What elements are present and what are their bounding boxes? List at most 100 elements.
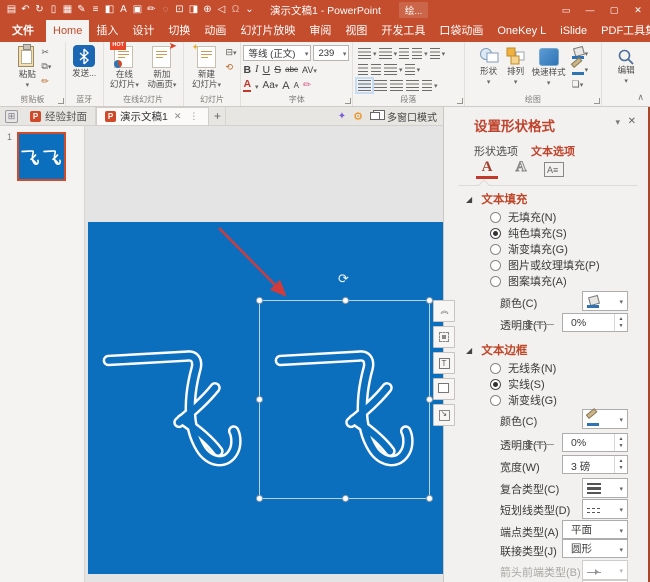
textbox-button[interactable]: T [433, 352, 455, 374]
bold-button[interactable]: B [243, 64, 251, 76]
format-icon[interactable]: ≡ [89, 0, 102, 20]
ribbon-options-button[interactable]: ▭ [554, 0, 578, 20]
resize-button[interactable] [433, 404, 455, 426]
radio-icon[interactable] [490, 259, 501, 271]
handle-top-mid[interactable] [342, 297, 349, 304]
text-direction-icon[interactable] [429, 47, 440, 59]
option-solid-line[interactable]: 实线(S) [490, 376, 545, 392]
fill-color-button[interactable] [582, 291, 628, 311]
dash-type-button[interactable] [582, 499, 628, 519]
layout-icon[interactable]: ⊟ [226, 46, 237, 60]
tab-file[interactable]: 文件 [0, 20, 46, 42]
handle-bottom-right[interactable] [426, 495, 433, 502]
clipboard-dialog-launcher[interactable] [57, 98, 64, 104]
tab-home[interactable]: Home [46, 20, 90, 42]
bullets-icon[interactable] [358, 47, 372, 59]
tab-animations[interactable]: 动画 [197, 20, 233, 42]
tab-pdf-tools[interactable]: PDF工具集 [594, 20, 650, 42]
new-slide-button[interactable]: ✦ 新建 幻灯片 [188, 42, 226, 90]
line-spacing-icon[interactable] [412, 47, 423, 59]
bluetooth-send-button[interactable]: 发送... [72, 44, 96, 79]
undo-icon[interactable]: ↶ [19, 0, 32, 20]
line-transparency-slider[interactable] [528, 439, 556, 450]
paste-icon[interactable]: ▣ [131, 0, 144, 20]
maximize-button[interactable]: ▢ [602, 0, 626, 20]
font-color-icon[interactable]: A [117, 0, 130, 20]
cap-type-dropdown[interactable]: 平面 [562, 520, 628, 539]
spinner-arrows-icon[interactable]: ▲ ▼ [614, 314, 627, 331]
section-text-fill[interactable]: ◢ 文本填充 [466, 191, 527, 207]
radio-icon[interactable] [490, 243, 501, 255]
align-center-icon[interactable] [374, 79, 388, 91]
highlight-button[interactable]: ✏ [303, 80, 311, 91]
pane-tab-text-options[interactable]: 文本选项 [531, 143, 575, 159]
minimize-button[interactable]: — [578, 0, 602, 20]
strike-button[interactable]: S [274, 64, 281, 76]
shrink-font-button[interactable]: A [294, 81, 299, 90]
handle-mid-left[interactable] [256, 396, 263, 403]
decrease-indent-icon[interactable] [358, 63, 369, 75]
change-case-button[interactable]: Aa [263, 80, 279, 91]
radio-icon[interactable] [490, 362, 501, 374]
tab-review[interactable]: 审阅 [302, 20, 338, 42]
join-type-dropdown[interactable]: 圆形 [562, 539, 628, 558]
doc-tab-presentation1[interactable]: P 演示文稿1 ✕ ⋮ [96, 107, 210, 125]
tab-developer[interactable]: 开发工具 [374, 20, 432, 42]
italic-button[interactable]: I [255, 64, 259, 75]
handle-bottom-left[interactable] [256, 495, 263, 502]
indent-more-icon[interactable] [399, 47, 410, 59]
radio-icon[interactable] [490, 275, 501, 287]
slide-canvas[interactable]: ⟳ ︽ T [85, 126, 455, 582]
paragraph-dialog-launcher[interactable] [456, 98, 463, 104]
omega-icon[interactable]: Ω [229, 0, 242, 20]
format-painter-icon[interactable]: ✏ [41, 75, 51, 88]
new-tab-button[interactable]: + [209, 107, 227, 125]
option-gradient-fill[interactable]: 渐变填充(G) [490, 241, 568, 257]
option-solid-fill[interactable]: 纯色填充(S) [490, 225, 567, 241]
doc-tab-cover[interactable]: P 经验封面 [22, 107, 96, 125]
option-no-fill[interactable]: 无填充(N) [490, 209, 556, 225]
arrange-button[interactable]: 排列 [506, 44, 526, 87]
font-dialog-launcher[interactable] [345, 98, 352, 104]
font-size-combo[interactable]: 239 [313, 45, 350, 61]
align-right-icon[interactable] [390, 79, 404, 91]
char-spacing-button[interactable]: AV [302, 65, 317, 75]
handle-top-right[interactable] [426, 297, 433, 304]
tab-close-icon[interactable]: ✕ [172, 111, 184, 122]
fill-transparency-slider[interactable] [528, 319, 556, 330]
reset-slide-icon[interactable]: ⟲ [226, 61, 237, 74]
close-button[interactable]: ✕ [626, 0, 650, 20]
line-color-button[interactable] [582, 409, 628, 429]
arrange-overlap-button[interactable] [433, 378, 455, 400]
textbox-options-icon[interactable]: A≡ [544, 162, 564, 177]
fei-glyph-left[interactable] [98, 336, 260, 480]
text-fill-outline-icon[interactable]: A [476, 159, 498, 179]
shapes-button[interactable]: 形状 [478, 44, 500, 87]
handle-bottom-mid[interactable] [342, 495, 349, 502]
paste-button[interactable]: 粘贴 [13, 44, 41, 90]
increase-indent-icon[interactable] [371, 63, 382, 75]
new-file-icon[interactable]: ▯ [47, 0, 60, 20]
spinner-arrows-icon[interactable]: ▲ ▼ [614, 456, 627, 473]
shape-outline-icon[interactable] [571, 62, 588, 77]
text-effects-icon[interactable]: A [510, 159, 532, 176]
radio-icon[interactable] [490, 378, 501, 390]
tab-onekey[interactable]: OneKey L [490, 20, 553, 42]
section-text-outline[interactable]: ◢ 文本边框 [466, 342, 527, 358]
line-transparency-spinner[interactable]: 0% ▲ ▼ [562, 433, 628, 452]
workspace-icon[interactable]: ⊞ [5, 109, 18, 123]
table-icon[interactable]: ▦ [61, 0, 74, 20]
plugin-badge[interactable]: 绘... [398, 2, 429, 18]
grow-font-button[interactable]: A [282, 80, 289, 92]
new-animation-page-button[interactable]: ➤ 新加 动画页 [143, 41, 181, 90]
fill-transparency-spinner[interactable]: 0% ▲ ▼ [562, 313, 628, 332]
radio-icon[interactable] [490, 394, 501, 406]
pin-icon[interactable]: ⊕ [201, 0, 214, 20]
redo-icon[interactable]: ↻ [33, 0, 46, 20]
clear-format-button[interactable]: abc [285, 65, 298, 74]
radio-icon[interactable] [490, 227, 501, 239]
option-gradient-line[interactable]: 渐变线(G) [490, 392, 557, 408]
rotate-handle-icon[interactable]: ⟳ [338, 271, 349, 287]
tab-islide[interactable]: iSlide [553, 20, 594, 42]
more-icon[interactable]: ⌄ [243, 0, 256, 20]
